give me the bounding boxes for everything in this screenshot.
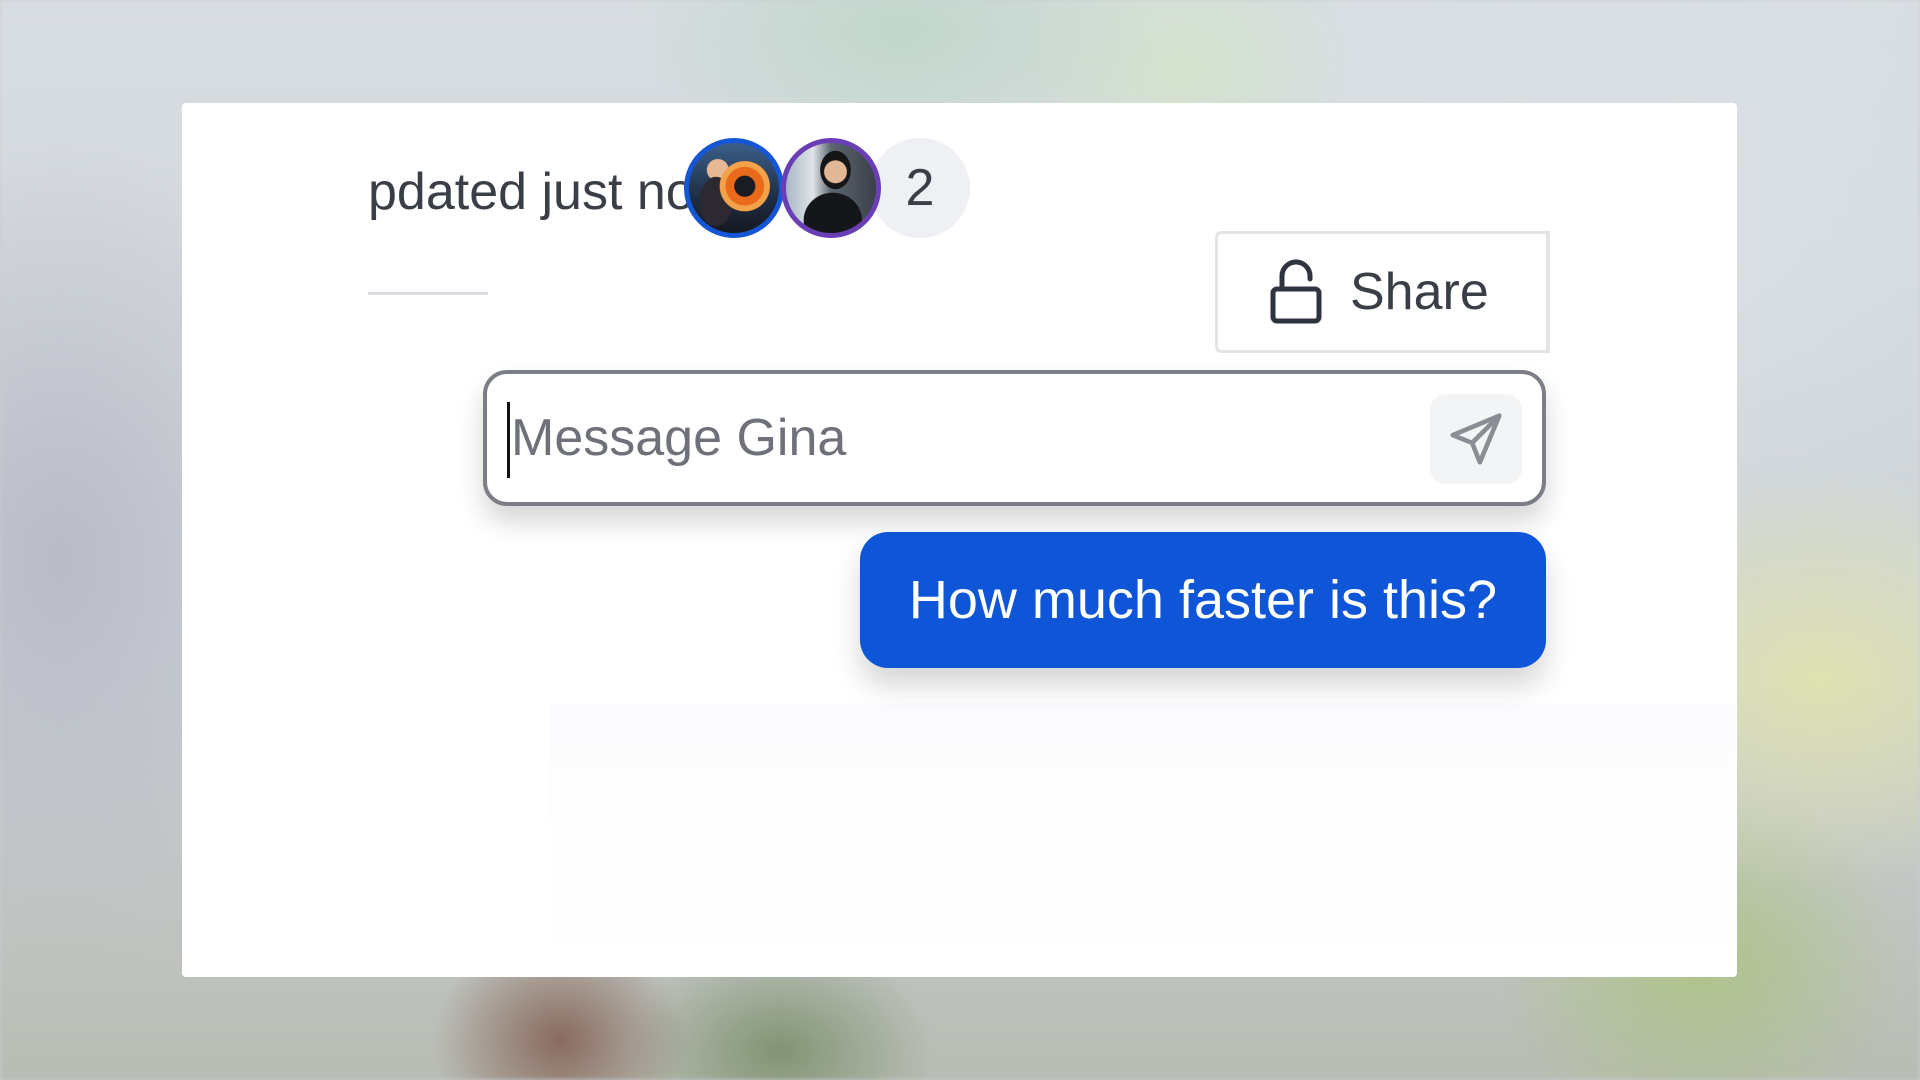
message-input[interactable] [507,388,1377,488]
divider-line [368,292,488,295]
send-icon [1450,413,1502,465]
message-composer [483,370,1546,506]
panel-area [550,703,1735,977]
share-button-edge [1546,231,1550,353]
avatar[interactable] [781,138,881,238]
collaborator-count-badge[interactable]: 2 [870,138,970,238]
avatar[interactable] [684,138,784,238]
share-button-label: Share [1350,263,1489,321]
collaborator-avatars[interactable]: 2 [684,133,984,245]
share-button[interactable]: Share [1215,231,1550,353]
unlock-icon [1270,259,1322,324]
sent-message-bubble: How much faster is this? [860,532,1546,668]
send-button[interactable] [1430,394,1522,484]
last-updated-status: pdated just now [368,163,733,221]
text-cursor [507,402,510,478]
